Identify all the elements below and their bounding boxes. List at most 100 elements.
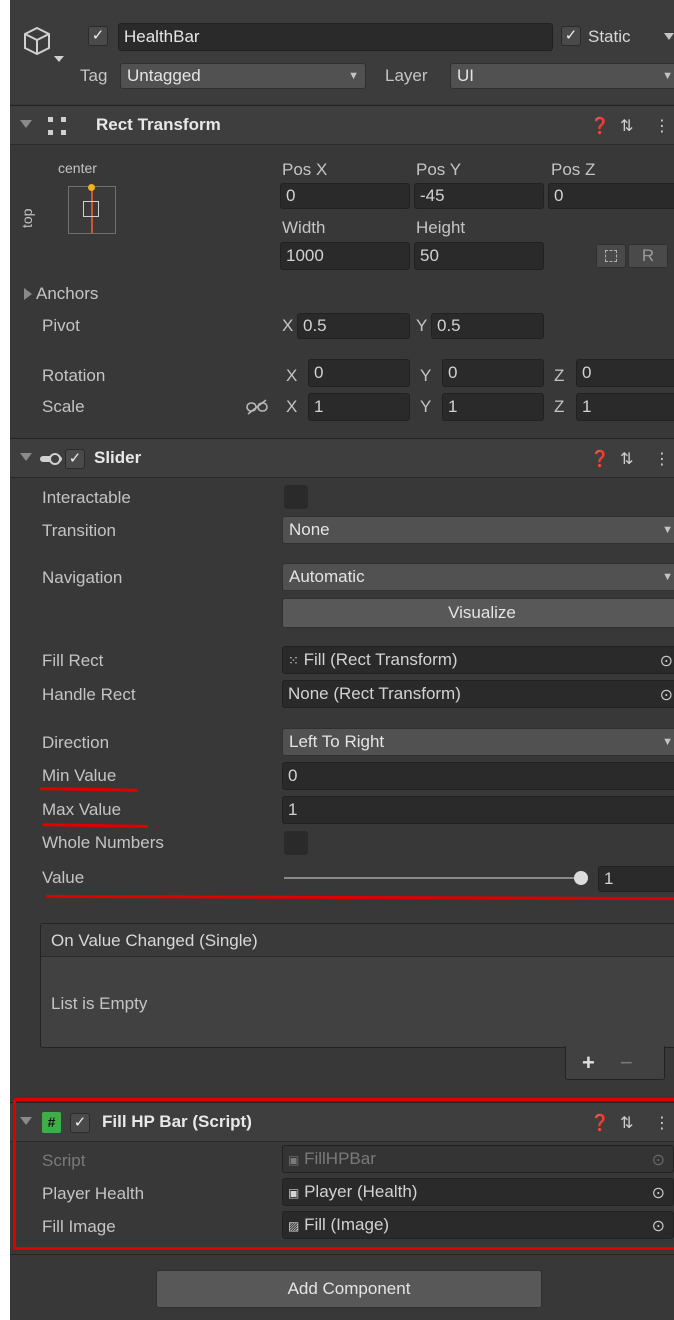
width-label: Width xyxy=(282,218,326,237)
handle-rect-field[interactable]: None (Rect Transform) ⊙ xyxy=(282,680,674,708)
chevron-down-icon: ▼ xyxy=(662,524,673,536)
scale-z-field[interactable]: 1 xyxy=(576,393,674,421)
on-value-changed-event: On Value Changed (Single) List is Empty xyxy=(40,923,674,1048)
static-dropdown-arrow-icon[interactable] xyxy=(664,33,674,40)
tag-label: Tag xyxy=(80,66,108,85)
rotation-z-field[interactable]: 0 xyxy=(576,359,674,387)
rect-transform-icon: ⁙ xyxy=(288,653,299,668)
rect-transform-title: Rect Transform xyxy=(96,115,221,134)
max-value-field[interactable]: 1 xyxy=(282,796,674,824)
layer-value: UI xyxy=(457,66,474,85)
pos-y-field[interactable]: -45 xyxy=(414,183,544,209)
rotation-y-axis-label: Y xyxy=(420,366,432,385)
rotation-label: Rotation xyxy=(42,366,106,385)
pivot-x-axis-label: X xyxy=(282,316,294,335)
anchors-label[interactable]: Anchors xyxy=(36,284,98,304)
whole-numbers-checkbox[interactable] xyxy=(284,831,308,855)
blueprint-mode-button[interactable] xyxy=(596,244,626,268)
gameobject-header: ✓ HealthBar ✓ Static Tag Untagged ▼ Laye… xyxy=(10,0,674,104)
value-label: Value xyxy=(42,868,85,887)
slider-component-icon xyxy=(40,453,62,465)
inspector-panel: ✓ HealthBar ✓ Static Tag Untagged ▼ Laye… xyxy=(10,0,674,1320)
chevron-down-icon: ▼ xyxy=(348,70,359,82)
rotation-z-axis-label: Z xyxy=(554,366,565,385)
height-field[interactable]: 50 xyxy=(414,242,544,270)
navigation-value: Automatic xyxy=(289,567,365,586)
static-label: Static xyxy=(588,27,631,46)
navigation-dropdown[interactable]: Automatic ▼ xyxy=(282,563,674,591)
more-menu-icon[interactable]: ⋮ xyxy=(654,449,670,469)
height-label: Height xyxy=(416,218,466,237)
pivot-label: Pivot xyxy=(42,316,80,335)
fold-arrow-icon[interactable] xyxy=(20,453,32,461)
fold-arrow-icon[interactable] xyxy=(20,120,32,128)
scale-y-field[interactable]: 1 xyxy=(442,393,544,421)
value-annotation-underline xyxy=(45,894,674,901)
object-picker-icon[interactable]: ⊙ xyxy=(660,649,673,673)
pos-x-field[interactable]: 0 xyxy=(280,183,410,209)
slider-enabled-checkbox[interactable]: ✓ xyxy=(65,449,85,469)
anchor-horizontal-label: center xyxy=(58,160,97,176)
layer-dropdown[interactable]: UI ▼ xyxy=(450,63,674,89)
transition-label: Transition xyxy=(42,521,117,540)
anchor-inner-rect xyxy=(83,201,99,217)
scale-x-field[interactable]: 1 xyxy=(308,393,410,421)
pos-y-label: Pos Y xyxy=(416,160,462,179)
object-picker-icon[interactable]: ⊙ xyxy=(660,683,673,707)
separator xyxy=(10,1254,674,1255)
pos-z-field[interactable]: 0 xyxy=(548,183,674,209)
scale-x-axis-label: X xyxy=(286,397,298,416)
chevron-down-icon: ▼ xyxy=(662,736,673,748)
handle-rect-label: Handle Rect xyxy=(42,685,136,704)
slider-header[interactable]: ✓ Slider ❓ ⇅ ⋮ xyxy=(10,438,674,478)
script-highlight-box xyxy=(13,1098,674,1250)
min-value-field[interactable]: 0 xyxy=(282,762,674,790)
constrain-proportions-icon[interactable] xyxy=(246,398,268,416)
transition-dropdown[interactable]: None ▼ xyxy=(282,516,674,544)
direction-value: Left To Right xyxy=(289,732,385,751)
add-component-button[interactable]: Add Component xyxy=(156,1270,542,1308)
rect-transform-header[interactable]: Rect Transform ❓ ⇅ ⋮ xyxy=(10,105,674,145)
direction-dropdown[interactable]: Left To Right ▼ xyxy=(282,728,674,756)
value-field[interactable]: 1 xyxy=(598,866,674,892)
help-icon[interactable]: ❓ xyxy=(590,116,610,136)
pivot-y-field[interactable]: 0.5 xyxy=(431,313,544,339)
presets-icon[interactable]: ⇅ xyxy=(620,449,633,469)
chevron-down-icon: ▼ xyxy=(662,571,673,583)
pos-z-label: Pos Z xyxy=(551,160,596,179)
rotation-x-axis-label: X xyxy=(286,366,298,385)
pivot-x-field[interactable]: 0.5 xyxy=(297,313,410,339)
remove-event-button[interactable]: − xyxy=(620,1050,633,1076)
active-checkbox[interactable]: ✓ xyxy=(88,26,108,46)
direction-label: Direction xyxy=(42,733,110,752)
list-empty-label: List is Empty xyxy=(51,994,148,1013)
interactable-checkbox[interactable] xyxy=(284,485,308,509)
presets-icon[interactable]: ⇅ xyxy=(620,116,633,136)
rotation-y-field[interactable]: 0 xyxy=(442,359,544,387)
value-slider-handle[interactable] xyxy=(574,871,588,885)
raw-edit-button[interactable]: R xyxy=(628,244,668,268)
tag-dropdown[interactable]: Untagged ▼ xyxy=(120,63,366,89)
chevron-down-icon: ▼ xyxy=(662,70,673,82)
max-value-annotation-underline xyxy=(41,823,149,828)
fill-rect-label: Fill Rect xyxy=(42,651,104,670)
more-menu-icon[interactable]: ⋮ xyxy=(654,116,670,136)
anchor-presets-button[interactable] xyxy=(68,184,116,234)
fill-rect-field[interactable]: ⁙ Fill (Rect Transform) ⊙ xyxy=(282,646,674,674)
rotation-x-field[interactable]: 0 xyxy=(308,359,410,387)
add-event-button[interactable]: + xyxy=(582,1050,595,1076)
visualize-button[interactable]: Visualize xyxy=(282,598,674,628)
value-slider-track[interactable] xyxy=(284,871,588,885)
static-checkbox[interactable]: ✓ xyxy=(561,26,581,46)
scale-z-axis-label: Z xyxy=(554,397,565,416)
event-title: On Value Changed (Single) xyxy=(51,931,258,950)
blueprint-icon xyxy=(605,250,617,262)
scale-y-axis-label: Y xyxy=(420,397,432,416)
width-field[interactable]: 1000 xyxy=(280,242,410,270)
tag-value: Untagged xyxy=(127,66,201,85)
object-name-field[interactable]: HealthBar xyxy=(118,23,553,51)
scale-label: Scale xyxy=(42,397,85,416)
anchors-fold-arrow-icon[interactable] xyxy=(24,288,32,300)
help-icon[interactable]: ❓ xyxy=(590,449,610,469)
icon-dropdown-arrow-icon[interactable] xyxy=(54,56,64,62)
